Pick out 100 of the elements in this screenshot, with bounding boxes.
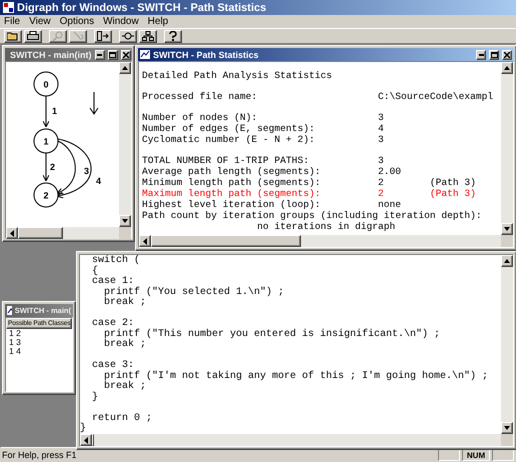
scroll-down-arrow-icon <box>503 425 511 431</box>
code-line: case 3: <box>91 361 134 371</box>
node-icon <box>122 31 134 41</box>
stat-value: none <box>378 199 402 210</box>
stat-value: 3 <box>378 155 385 166</box>
code-line: case 2: <box>91 319 134 329</box>
scroll-thumb[interactable] <box>92 434 94 446</box>
maximize-icon <box>490 52 498 58</box>
stat-label: Cyclomatic number (E - N + 2): <box>142 134 316 145</box>
document-icon <box>7 306 12 315</box>
status-message: For Help, press F1 <box>2 450 78 460</box>
document-icon <box>140 50 150 59</box>
size-grip <box>501 235 513 247</box>
code-line: switch ( <box>91 256 140 266</box>
stat-value: 2 <box>378 188 385 199</box>
stat-value: C:\SourceCode\exampl <box>378 91 494 102</box>
stat-label: Processed file name: <box>142 91 258 102</box>
columns-icon <box>97 31 109 41</box>
code-line: { <box>91 266 98 277</box>
horizontal-scrollbar[interactable] <box>139 235 501 247</box>
tree-icon <box>142 31 154 41</box>
loop-icon <box>72 31 84 41</box>
printer-icon <box>27 31 39 41</box>
path-class-item[interactable]: 1 4 <box>6 347 72 356</box>
close-icon <box>504 52 510 58</box>
minimize-button[interactable] <box>94 50 104 60</box>
size-grip <box>501 434 513 446</box>
menu-item[interactable]: Options <box>60 16 94 27</box>
toolbar-button[interactable] <box>94 30 112 42</box>
code-line: break ; <box>103 382 146 392</box>
close-icon <box>122 52 128 58</box>
maximize-button[interactable] <box>108 50 118 60</box>
code-line: case 1: <box>91 277 134 287</box>
horizontal-scrollbar[interactable] <box>6 227 119 239</box>
path-class-item[interactable]: 1 2 <box>6 329 72 338</box>
menu-item[interactable]: View <box>29 16 51 27</box>
statistics-heading: Detailed Path Analysis Statistics <box>142 70 333 81</box>
code-line: printf ("This number you entered is insignificant.\n") ; <box>103 330 440 340</box>
code-line: break ; <box>103 298 146 308</box>
scroll-up-arrow-icon <box>503 258 511 264</box>
stat-label: TOTAL NUMBER OF 1-TRIP PATHS: <box>142 155 310 166</box>
scroll-up-arrow-icon <box>121 65 129 71</box>
stat-note: (Path 3) <box>430 188 476 199</box>
vertical-scrollbar[interactable] <box>119 62 131 227</box>
stat-value: 3 <box>378 112 385 123</box>
scroll-thumb[interactable] <box>18 227 63 239</box>
maximize-icon <box>109 52 116 58</box>
scroll-left-arrow-icon <box>142 238 148 244</box>
toolbar-button[interactable] <box>4 30 22 42</box>
menu-item[interactable]: Help <box>148 16 168 27</box>
stat-label: Number of edges (E, segments): <box>142 123 316 134</box>
toolbar-button[interactable] <box>24 30 42 42</box>
stat-note: (Path 3) <box>430 177 476 188</box>
stat-value: 2.00 <box>378 166 402 177</box>
window-title: SWITCH - Path Statistics <box>153 50 260 60</box>
horizontal-scrollbar[interactable] <box>80 434 501 446</box>
scroll-thumb[interactable] <box>151 235 301 247</box>
status-indicator: NUM <box>462 449 490 461</box>
stat-value: 2 <box>378 177 385 188</box>
scroll-down-arrow-icon <box>121 218 129 224</box>
help-icon <box>167 31 179 41</box>
menu-item[interactable]: Window <box>103 16 139 27</box>
path-class-item[interactable]: 1 3 <box>6 338 72 347</box>
close-button[interactable] <box>502 50 512 60</box>
code-line: return 0 ; <box>91 414 152 424</box>
vertical-scrollbar[interactable] <box>501 255 513 434</box>
code-line: break ; <box>103 340 146 350</box>
minimize-icon <box>478 54 484 56</box>
window-title: SWITCH - main(int) <box>10 50 92 60</box>
size-grip <box>119 227 131 239</box>
digraph-drawing: 1 2 3 4 0 1 2 <box>6 62 116 227</box>
scroll-up-arrow-icon <box>503 65 511 71</box>
stat-value: no iterations in digraph <box>256 221 396 232</box>
stat-label: Highest level iteration (loop): <box>142 199 322 210</box>
toolbar-button[interactable] <box>164 30 182 42</box>
maximize-button[interactable] <box>489 50 499 60</box>
code-line: printf ("You selected 1.\n") ; <box>103 288 284 298</box>
code-line: printf ("I'm not taking any more of this ; I'm going home.\n") ; <box>103 372 488 382</box>
menu-item[interactable]: File <box>4 16 20 27</box>
stat-label: Minimum length path (segments): <box>142 177 322 188</box>
stat-label: Average path length (segments): <box>142 166 322 177</box>
scroll-left-arrow-icon <box>9 230 15 236</box>
toolbar-button[interactable] <box>139 30 157 42</box>
window-title: Digraph for Windows - SWITCH - Path Statistics <box>17 2 266 14</box>
close-button[interactable] <box>120 50 130 60</box>
minimize-icon <box>97 54 102 56</box>
minimize-button[interactable] <box>476 50 486 60</box>
app-icon <box>3 2 14 13</box>
scroll-down-arrow-icon <box>503 226 511 232</box>
stat-value: 4 <box>378 123 385 134</box>
status-indicator <box>438 449 460 461</box>
vertical-scrollbar[interactable] <box>501 62 513 235</box>
code-line: } <box>80 424 86 434</box>
stat-value: 3 <box>378 134 385 145</box>
stat-label: Maximum length path (segments): <box>142 188 322 199</box>
stat-label: Path count by iteration groups (including iteration depth): <box>142 210 483 221</box>
folder-icon <box>7 31 19 41</box>
toolbar-button[interactable] <box>119 30 137 42</box>
code-line: } <box>91 392 98 403</box>
status-indicator <box>492 449 514 461</box>
